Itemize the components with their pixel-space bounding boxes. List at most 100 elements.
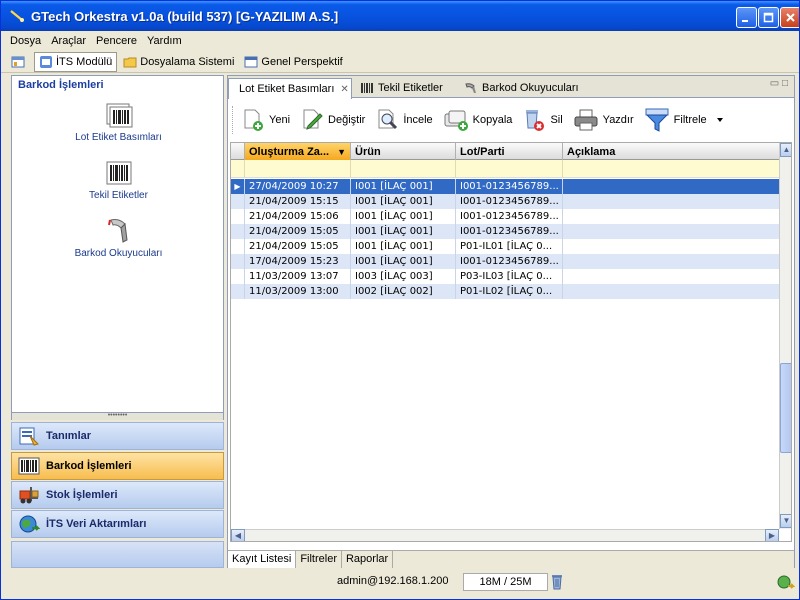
table-row[interactable]: 21/04/2009 15:06 I001 [İLAÇ 001] I001-01…: [231, 209, 779, 224]
cell-date: 21/04/2009 15:05: [245, 224, 351, 239]
cell-lot: I001-0123456789...: [456, 209, 563, 224]
tekil-etiket-item[interactable]: Tekil Etiketler: [12, 160, 225, 201]
scroll-left-icon[interactable]: ◀: [231, 529, 245, 541]
print-button[interactable]: Yazdır: [573, 108, 634, 132]
title-bar[interactable]: GTech Orkestra v1.0a (build 537) [G-YAZI…: [1, 1, 799, 31]
column-header-label: Oluşturma Za...: [249, 145, 330, 158]
copy-button-label: Kopyala: [472, 114, 513, 126]
nav-its-veri-aktarimlari[interactable]: İTS Veri Aktarımları: [11, 510, 224, 538]
column-header-lot-parti[interactable]: Lot/Parti: [456, 143, 563, 160]
filter-cell-lot-parti[interactable]: [456, 160, 563, 178]
row-indicator: [231, 269, 245, 284]
barkod-okuyucu-label: Barkod Okuyucuları: [74, 248, 163, 259]
minimize-button[interactable]: [736, 7, 757, 28]
cell-date: 21/04/2009 15:15: [245, 194, 351, 209]
menu-araclar[interactable]: Araçlar: [46, 35, 91, 47]
barkod-okuyucu-item[interactable]: Barkod Okuyucuları: [12, 216, 225, 259]
filter-button[interactable]: Filtrele: [644, 107, 731, 133]
panel-minimize-icon[interactable]: ▭: [770, 78, 779, 89]
menu-pencere[interactable]: Pencere: [91, 35, 142, 47]
table-row[interactable]: 21/04/2009 15:05 I001 [İLAÇ 001] P01-IL0…: [231, 239, 779, 254]
table-row[interactable]: 21/04/2009 15:15 I001 [İLAÇ 001] I001-01…: [231, 194, 779, 209]
cell-description: [563, 254, 779, 269]
bottom-tab-bar: Kayıt Listesi Filtreler Raporlar: [228, 550, 794, 568]
cell-lot: I001-0123456789...: [456, 224, 563, 239]
trash-delete-icon: [526, 110, 545, 131]
horizontal-scrollbar[interactable]: ◀ ▶: [231, 529, 779, 541]
edit-button[interactable]: Değiştir: [300, 108, 365, 132]
lot-etiket-item[interactable]: Lot Etiket Basımları: [12, 102, 225, 143]
close-button[interactable]: [780, 7, 799, 28]
filter-cell-olusturma[interactable]: [245, 160, 351, 178]
open-perspective-icon: [11, 56, 25, 67]
tab-filtreler[interactable]: Filtreler: [296, 551, 342, 568]
nav-barkod-islemleri[interactable]: Barkod İşlemleri: [11, 452, 224, 480]
nav-overflow-area: [11, 541, 224, 568]
open-perspective-button[interactable]: [7, 52, 32, 72]
cell-date: 21/04/2009 15:05: [245, 239, 351, 254]
table-row[interactable]: 11/03/2009 13:07 I003 [İLAÇ 003] P03-IL0…: [231, 269, 779, 284]
cell-product: I001 [İLAÇ 001]: [351, 179, 456, 194]
garbage-collect-icon[interactable]: [550, 574, 564, 590]
column-header-label: Lot/Parti: [460, 145, 505, 158]
filter-cell-urun[interactable]: [351, 160, 456, 178]
perspective-genel[interactable]: Genel Perspektif: [240, 52, 346, 72]
table-row[interactable]: 17/04/2009 15:23 I001 [İLAÇ 001] I001-01…: [231, 254, 779, 269]
menu-yardim[interactable]: Yardım: [142, 35, 187, 47]
nav-tanimlar[interactable]: Tanımlar: [11, 422, 224, 450]
print-button-label: Yazdır: [602, 114, 634, 126]
tab-tekil-etiketler-label: Tekil Etiketler: [378, 82, 443, 94]
barcode-icon: [106, 161, 131, 185]
filter-cell-aciklama[interactable]: [563, 160, 779, 178]
tab-barkod-okuyuculari-label: Barkod Okuyucuları: [482, 82, 579, 94]
tab-raporlar[interactable]: Raporlar: [342, 551, 394, 568]
copy-button[interactable]: Kopyala: [443, 108, 513, 132]
cell-description: [563, 269, 779, 284]
panel-controls: ▭ □: [770, 78, 788, 89]
records-table: Oluşturma Za... ▼ Ürün Lot/Parti Açıklam…: [230, 142, 792, 542]
table-row[interactable]: 21/04/2009 15:05 I001 [İLAÇ 001] I001-01…: [231, 224, 779, 239]
perspective-dosyalama[interactable]: Dosyalama Sistemi: [119, 52, 238, 72]
tab-barkod-okuyuculari[interactable]: Barkod Okuyucuları: [458, 78, 585, 98]
menu-bar: Dosya Araçlar Pencere Yardım: [1, 32, 799, 50]
globe-transfer-icon: [19, 515, 40, 533]
column-header-olusturma[interactable]: Oluşturma Za... ▼: [245, 143, 351, 160]
scroll-up-icon[interactable]: ▲: [780, 143, 791, 157]
new-button[interactable]: Yeni: [241, 108, 290, 132]
vertical-scrollbar[interactable]: ▲ ▼: [779, 143, 791, 529]
copy-icon: [444, 110, 468, 131]
cell-product: I001 [İLAÇ 001]: [351, 224, 456, 239]
barcode-scanner-icon: [107, 219, 128, 243]
dropdown-arrow-icon[interactable]: [713, 115, 727, 125]
column-header-aciklama[interactable]: Açıklama: [563, 143, 779, 160]
filter-row: [231, 160, 779, 178]
scrollbar-thumb[interactable]: [780, 363, 791, 453]
status-bar: admin@192.168.1.200 18M / 25M: [1, 571, 799, 593]
column-header-urun[interactable]: Ürün: [351, 143, 456, 160]
cell-date: 17/04/2009 15:23: [245, 254, 351, 269]
panel-splitter[interactable]: ••••••••: [11, 412, 224, 420]
table-row[interactable]: 11/03/2009 13:00 I002 [İLAÇ 002] P01-IL0…: [231, 284, 779, 299]
nav-barkod-islemleri-label: Barkod İşlemleri: [46, 460, 132, 472]
cell-product: I001 [İLAÇ 001]: [351, 239, 456, 254]
inspect-button[interactable]: İncele: [375, 108, 433, 132]
panel-maximize-icon[interactable]: □: [782, 78, 788, 89]
tab-kayit-listesi[interactable]: Kayıt Listesi: [228, 551, 297, 568]
delete-button[interactable]: Sil: [522, 108, 563, 132]
main-panel: Lot Etiket Basımları ✕ Tekil Etiketler B…: [227, 75, 795, 568]
connection-status-icon[interactable]: [777, 574, 795, 590]
scroll-right-icon[interactable]: ▶: [765, 529, 779, 541]
menu-dosya[interactable]: Dosya: [5, 35, 46, 47]
close-icon: [786, 13, 795, 22]
cell-lot: I001-0123456789...: [456, 254, 563, 269]
scroll-down-icon[interactable]: ▼: [780, 514, 791, 528]
table-row[interactable]: ▶ 27/04/2009 10:27 I001 [İLAÇ 001] I001-…: [231, 179, 779, 194]
perspective-its[interactable]: İTS Modülü: [34, 51, 118, 72]
maximize-button[interactable]: [758, 7, 779, 28]
nav-stok-islemleri[interactable]: Stok İşlemleri: [11, 481, 224, 509]
cell-product: I001 [İLAÇ 001]: [351, 254, 456, 269]
tab-tekil-etiketler[interactable]: Tekil Etiketler: [354, 78, 449, 98]
tab-close-icon[interactable]: ✕: [340, 84, 348, 95]
window-icon: [244, 56, 258, 67]
tab-lot-etiket[interactable]: Lot Etiket Basımları ✕: [228, 78, 352, 99]
